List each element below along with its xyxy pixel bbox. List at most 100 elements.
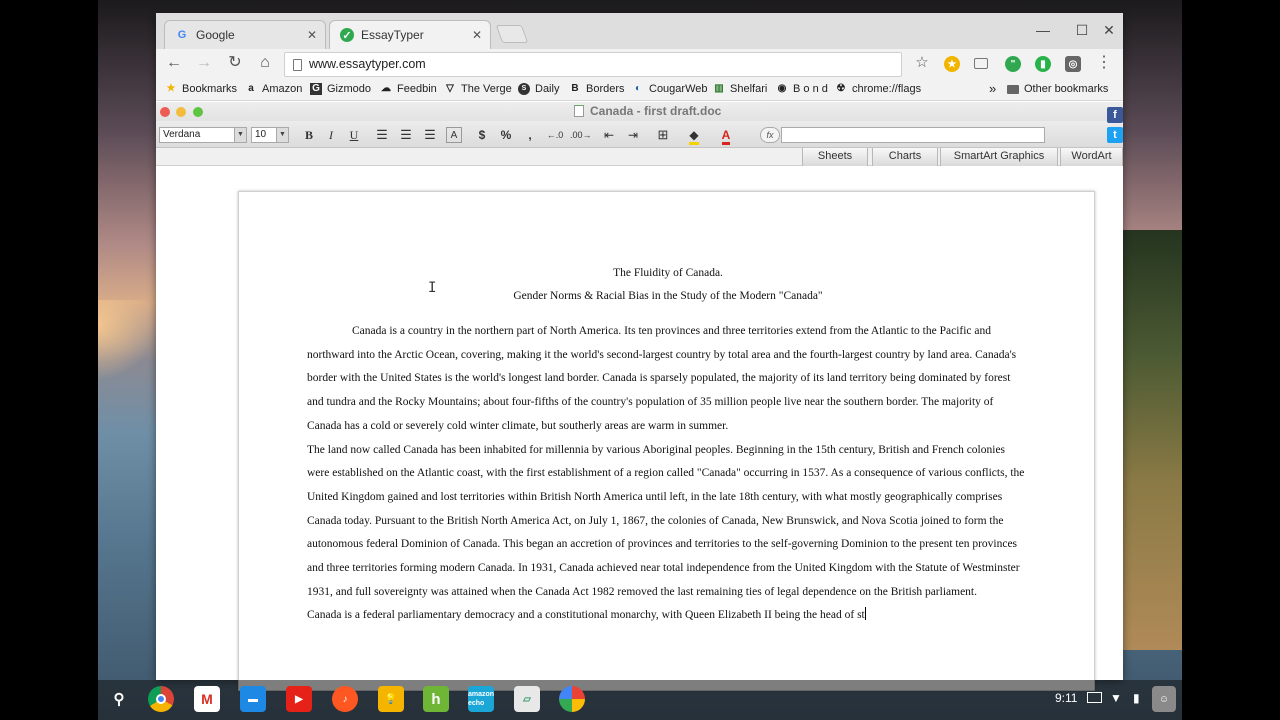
formula-input[interactable] — [781, 127, 1045, 143]
document-body[interactable]: The Fluidity of Canada. Gender Norms & R… — [307, 262, 1029, 628]
ribbon-tab-charts[interactable]: Charts — [872, 148, 938, 166]
cast-icon[interactable] — [974, 58, 988, 69]
tab-google[interactable]: G Google ✕ — [164, 20, 326, 49]
facebook-icon[interactable]: f — [1107, 107, 1123, 123]
clock-time[interactable]: 9:11 — [1055, 691, 1077, 705]
font-size-select[interactable]: 10 ▼ — [251, 127, 289, 143]
underline-button[interactable]: U — [346, 127, 362, 143]
bookmark-the-verge[interactable]: ▽ The Verge — [444, 83, 512, 95]
pushbullet-icon[interactable]: ▮ — [1035, 56, 1051, 72]
tab-title: EssayTyper — [361, 28, 424, 42]
fill-color-icon[interactable]: ◆ — [683, 127, 705, 145]
document-page[interactable]: I The Fluidity of Canada. Gender Norms &… — [238, 191, 1095, 691]
italic-button[interactable]: I — [323, 127, 339, 143]
extension-coin-icon[interactable]: ★ — [944, 56, 960, 72]
search-icon[interactable]: ⚲ — [106, 686, 132, 712]
ribbon-tab-smartart[interactable]: SmartArt Graphics — [940, 148, 1058, 166]
tab-essaytyper[interactable]: ✓ EssayTyper ✕ — [329, 20, 491, 49]
ribbon-tab-sheets[interactable]: Sheets — [802, 148, 868, 166]
keep-icon[interactable]: 💡 — [378, 686, 404, 712]
close-icon[interactable]: ✕ — [307, 28, 317, 42]
bookmark-daily[interactable]: S Daily — [518, 83, 559, 95]
address-bar[interactable]: www.essaytyper.com — [284, 52, 902, 77]
files-icon[interactable]: ▬ — [240, 686, 266, 712]
font-family-select[interactable]: Verdana ▼ — [159, 127, 247, 143]
wallpaper-sunset — [98, 300, 156, 380]
screen-icon[interactable] — [1087, 692, 1102, 703]
close-traffic-light[interactable] — [160, 107, 170, 117]
new-tab-button[interactable] — [495, 25, 529, 43]
photos-icon[interactable] — [559, 686, 585, 712]
essaytyper-check-icon: ✓ — [340, 28, 354, 42]
bookmark-amazon[interactable]: a Amazon — [245, 83, 302, 95]
text-caret — [864, 607, 866, 621]
percent-button[interactable]: % — [498, 127, 514, 143]
drawing-icon[interactable]: ▱ — [514, 686, 540, 712]
bold-button[interactable]: B — [301, 127, 317, 143]
indent-icon[interactable]: ⇥ — [624, 127, 642, 143]
text-color-icon[interactable]: A — [715, 127, 737, 145]
gmail-icon[interactable]: M — [194, 686, 220, 712]
ribbon-tab-wordart[interactable]: WordArt — [1060, 148, 1123, 166]
bookmarks-overflow-chevron[interactable]: » — [989, 81, 996, 96]
wrap-text-icon[interactable]: A — [446, 127, 462, 143]
bookmark-bond[interactable]: ◉ B o n d — [776, 83, 828, 95]
bookmark-chrome-flags[interactable]: ☢ chrome://flags — [835, 83, 922, 95]
align-left-icon[interactable]: ☰ — [374, 127, 390, 143]
left-letterbox — [0, 0, 98, 720]
window-close-icon[interactable]: ✕ — [1100, 22, 1118, 39]
maximize-icon[interactable]: ☐ — [1073, 22, 1091, 39]
align-right-icon[interactable]: ☰ — [422, 127, 438, 143]
formatting-toolbar: Verdana ▼ 10 ▼ B I U ☰ ☰ ☰ A $ % , ←.0 .… — [156, 121, 1123, 148]
music-icon[interactable]: ♪ — [332, 686, 358, 712]
currency-button[interactable]: $ — [474, 127, 490, 143]
bookmark-star-icon[interactable]: ☆ — [912, 55, 932, 71]
avatar[interactable]: ☺ — [1152, 686, 1176, 712]
home-icon[interactable]: ⌂ — [255, 55, 275, 71]
borders-grid-icon[interactable]: ⊞ — [652, 127, 674, 143]
bookmark-gizmodo[interactable]: G Gizmodo — [310, 83, 371, 95]
bookmark-shelfari[interactable]: ▥ Shelfari — [713, 83, 767, 95]
twitter-icon[interactable]: t — [1107, 127, 1123, 143]
chevron-down-icon: ▼ — [276, 128, 288, 142]
back-arrow-icon[interactable]: ← — [164, 55, 184, 71]
reload-icon[interactable]: ↻ — [225, 55, 245, 71]
decrease-decimal-icon[interactable]: .00→ — [570, 127, 592, 143]
battery-icon[interactable]: ▮ — [1133, 691, 1140, 705]
hangouts-icon[interactable]: " — [1005, 56, 1021, 72]
chrome-icon[interactable] — [148, 686, 174, 712]
forward-arrow-icon[interactable]: → — [194, 55, 214, 71]
browser-window: G Google ✕ ✓ EssayTyper ✕ — ☐ ✕ ← → ↻ ⌂ … — [156, 13, 1123, 691]
increase-decimal-icon[interactable]: ←.0 — [545, 127, 565, 143]
paragraph: The land now called Canada has been inha… — [307, 443, 1025, 598]
comma-button[interactable]: , — [524, 127, 536, 143]
menu-dots-icon[interactable]: ⋮ — [1094, 55, 1114, 71]
function-fx-button[interactable]: fx — [760, 127, 780, 143]
wifi-icon[interactable]: ▼ — [1110, 691, 1122, 705]
youtube-icon[interactable]: ▶ — [286, 686, 312, 712]
document-titlebar: Canada - first draft.doc — [156, 102, 1123, 121]
shelfari-icon: ▥ — [714, 83, 724, 94]
amazon-echo-icon[interactable]: amazon echo — [468, 686, 494, 712]
align-center-icon[interactable]: ☰ — [398, 127, 414, 143]
close-icon[interactable]: ✕ — [472, 28, 482, 42]
zoom-traffic-light[interactable] — [193, 107, 203, 117]
chevron-down-icon: ▼ — [234, 128, 246, 142]
houzz-icon[interactable]: h — [423, 686, 449, 712]
browser-toolbar: ← → ↻ ⌂ www.essaytyper.com ☆ ★ " ▮ ◎ ⋮ — [156, 49, 1123, 79]
bookmark-borders[interactable]: B Borders — [569, 83, 624, 95]
ribbon-tabs: Sheets Charts SmartArt Graphics WordArt — [156, 148, 1123, 166]
outdent-icon[interactable]: ⇤ — [600, 127, 618, 143]
minimize-icon[interactable]: — — [1034, 22, 1052, 38]
bookmarks-bar: ★ Bookmarks a Amazon G Gizmodo ☁ Feedbin ▽ Th… — [156, 79, 1123, 101]
minimize-traffic-light[interactable] — [176, 107, 186, 117]
wallpaper-coast — [1122, 230, 1182, 650]
bookmark-bookmarks[interactable]: ★ Bookmarks — [165, 83, 238, 95]
bookmark-feedbin[interactable]: ☁ Feedbin — [380, 83, 437, 95]
bookmark-cougarweb[interactable]: ◐ CougarWeb — [632, 83, 708, 95]
other-bookmarks-folder[interactable]: Other bookmarks — [1007, 83, 1108, 95]
paragraph-current: Canada is a federal parliamentary democr… — [307, 607, 866, 622]
tab-strip: G Google ✕ ✓ EssayTyper ✕ — ☐ ✕ — [156, 13, 1123, 49]
extension-shield-icon[interactable]: ◎ — [1065, 56, 1081, 72]
document-heading: The Fluidity of Canada. — [613, 267, 723, 279]
